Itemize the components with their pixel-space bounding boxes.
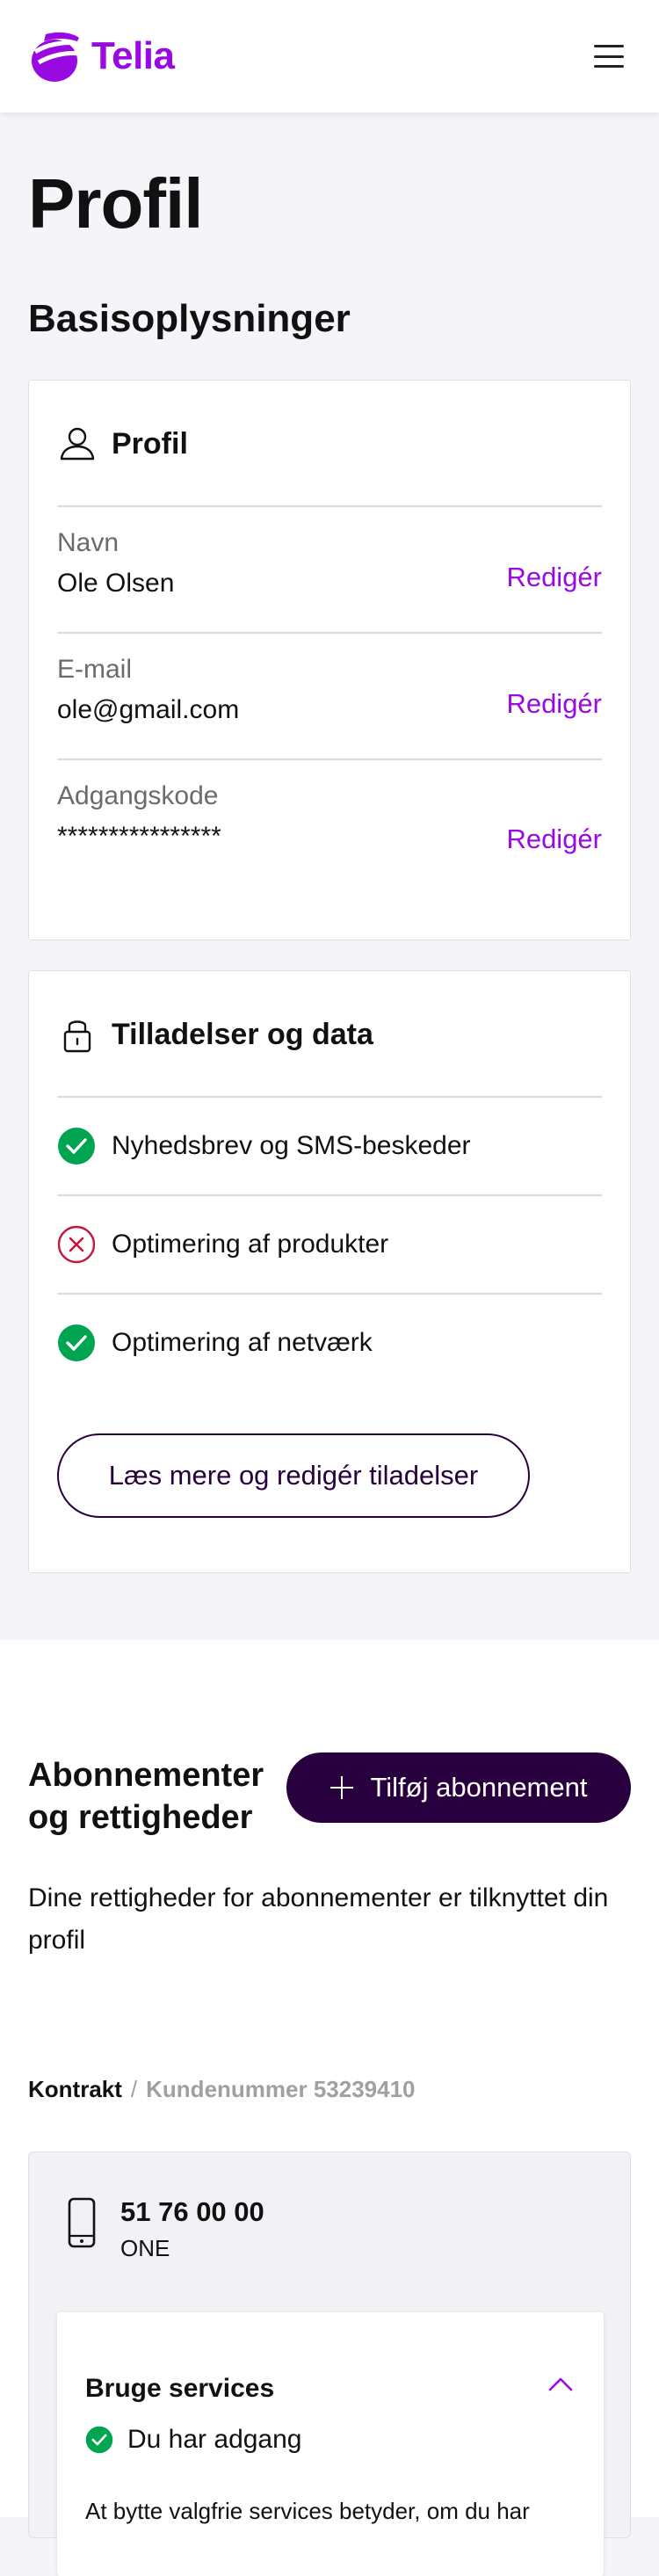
permission-newsletter: Nyhedsbrev og SMS-beskeder: [57, 1098, 602, 1194]
profile-card-header: Profil: [57, 419, 188, 468]
telia-logo[interactable]: Telia: [28, 29, 175, 83]
breadcrumb-separator: /: [130, 2076, 138, 2102]
divider: [57, 758, 602, 760]
password-field: Adgangskode **************** Redigér: [57, 781, 602, 855]
hamburger-menu-icon[interactable]: [594, 45, 624, 68]
check-circle-icon: [58, 1324, 95, 1361]
site-header: Telia: [0, 0, 659, 112]
permission-label: Optimering af produkter: [112, 1230, 389, 1259]
lock-icon: [63, 1020, 91, 1053]
services-access: Du har adgang: [85, 2425, 302, 2455]
permission-label: Nyhedsbrev og SMS-beskeder: [112, 1131, 471, 1160]
chevron-up-icon[interactable]: [547, 2376, 574, 2393]
edit-password-link[interactable]: Redigér: [506, 824, 602, 855]
edit-email-link[interactable]: Redigér: [506, 688, 602, 720]
profile-card: Profil Navn Ole Olsen Redigér E-mail ole…: [28, 380, 631, 940]
check-circle-icon: [85, 2426, 113, 2454]
add-subscription-label: Tilføj abonnement: [370, 1772, 588, 1803]
permission-network-optimization: Optimering af netværk: [57, 1295, 602, 1391]
user-icon: [60, 427, 95, 461]
subscriptions-section: Abonnementer og rettigheder Tilføj abonn…: [0, 1640, 659, 2576]
section-title-basisoplysninger: Basisoplysninger: [28, 297, 351, 340]
edit-permissions-button[interactable]: Læs mere og redigér tiladelser: [57, 1433, 530, 1518]
breadcrumb: Kontrakt / Kundenummer 53239410: [28, 2076, 416, 2103]
profile-card-title: Profil: [112, 426, 188, 461]
services-title: Bruge services: [85, 2374, 275, 2403]
permissions-card-title: Tilladelser og data: [112, 1017, 373, 1051]
services-text: At bytte valgfrie services betyder, om d…: [85, 2498, 530, 2524]
mobile-phone-icon: [68, 2197, 96, 2248]
add-subscription-button[interactable]: Tilføj abonnement: [286, 1752, 631, 1823]
email-label: E-mail: [57, 655, 133, 684]
name-field: Navn Ole Olsen Redigér: [57, 528, 602, 598]
phone-subscription: 51 76 00 00 ONE: [64, 2196, 264, 2262]
page-title: Profil: [28, 164, 203, 243]
check-circle-icon: [58, 1128, 95, 1165]
name-label: Navn: [57, 528, 119, 557]
permission-product-optimization: Optimering af produkter: [57, 1196, 602, 1293]
password-label: Adgangskode: [57, 781, 219, 810]
divider: [57, 632, 602, 634]
plan-name: ONE: [120, 2235, 170, 2261]
plus-icon: [330, 1776, 353, 1799]
phone-number: 51 76 00 00: [120, 2196, 264, 2227]
contract-card: 51 76 00 00 ONE Bruge services Du har ad…: [28, 2152, 631, 2576]
permissions-card: Tilladelser og data Nyhedsbrev og SMS-be…: [28, 970, 631, 1573]
breadcrumb-contract[interactable]: Kontrakt: [28, 2076, 122, 2103]
breadcrumb-customer-number: Kundenummer 53239410: [146, 2076, 416, 2102]
access-label: Du har adgang: [127, 2425, 302, 2454]
telia-pebble-logo-icon: [32, 32, 80, 82]
logo-text: Telia: [91, 34, 175, 77]
permissions-card-header: Tilladelser og data: [57, 1010, 373, 1059]
edit-name-link[interactable]: Redigér: [506, 562, 602, 593]
permission-label: Optimering af netværk: [112, 1328, 373, 1357]
cross-circle-icon: [57, 1225, 96, 1264]
services-panel: Bruge services Du har adgang At bytte va…: [57, 2312, 604, 2576]
divider: [57, 505, 602, 507]
subscriptions-description: Dine rettigheder for abonnementer er til…: [28, 1883, 609, 1955]
email-field: E-mail ole@gmail.com Redigér: [57, 655, 602, 724]
subscriptions-title: Abonnementer og rettigheder: [28, 1757, 264, 1836]
